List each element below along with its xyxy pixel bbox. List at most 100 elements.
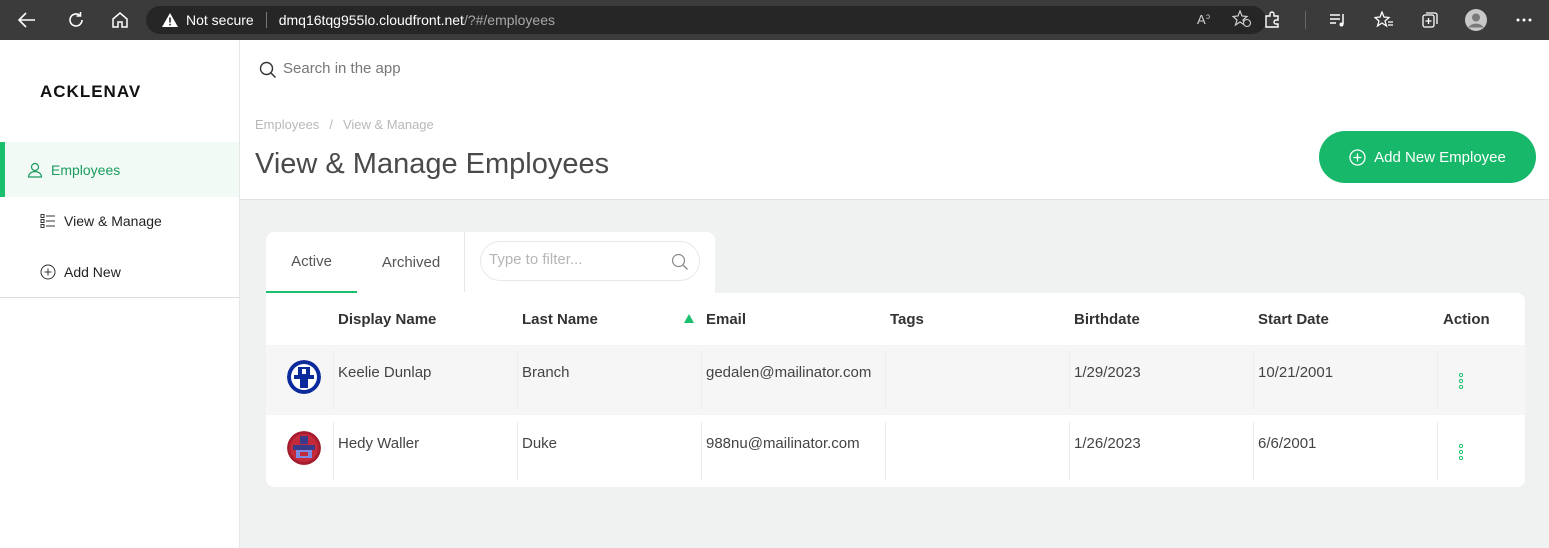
search-icon[interactable] [671,253,689,271]
sidebar-divider [0,297,239,298]
employees-table: Display Name Last Name Email Tags Birthd… [266,293,1525,487]
add-new-employee-button[interactable]: Add New Employee [1319,131,1536,183]
page-title: View & Manage Employees [255,148,610,180]
column-divider [333,351,334,409]
sort-ascending-icon [684,314,694,323]
column-divider [1437,422,1438,480]
cell-display-name: Hedy Waller [338,435,420,452]
sidebar-item-label: View & Manage [64,213,162,229]
toolbar-divider [1295,0,1315,40]
column-divider [701,351,702,409]
table-row[interactable]: Keelie Dunlap Branch gedalen@mailinator.… [266,345,1525,415]
avatar [287,431,321,465]
column-divider [1437,351,1438,409]
more-vertical-icon[interactable] [1458,444,1464,460]
column-divider [333,422,334,480]
tab-active[interactable]: Active [266,232,357,293]
cell-start-date: 6/6/2001 [1258,435,1317,452]
reading-list-button[interactable] [1315,0,1361,40]
column-header-birthdate[interactable]: Birthdate [1074,311,1140,328]
search-input[interactable]: Search in the app [283,60,401,77]
svg-text:ↄ: ↄ [1206,12,1210,21]
puzzle-icon [1265,11,1279,28]
collections-button[interactable] [1407,0,1453,40]
column-header-email[interactable]: Email [706,311,746,328]
more-vertical-icon[interactable] [1458,373,1464,389]
table-row[interactable]: Hedy Waller Duke 988nu@mailinator.com 1/… [266,416,1525,486]
plus-circle-icon [1349,148,1366,166]
security-label: Not secure [186,12,254,28]
tab-divider [464,232,465,292]
cell-display-name: Keelie Dunlap [338,364,432,381]
favorites-button[interactable] [1361,0,1407,40]
browser-toolbar: Not secure dmq16tqg955lo.cloudfront.net /… [0,0,1549,40]
breadcrumb-item[interactable]: Employees [255,117,319,132]
column-divider [1069,351,1070,409]
main-content: Active Archived Display Name Last Name E… [240,200,1549,548]
read-aloud-icon[interactable]: Aↄ [1196,10,1214,28]
filter-field [480,241,700,281]
breadcrumb-item[interactable]: View & Manage [343,117,434,132]
column-header-last-name[interactable]: Last Name [522,311,598,328]
search-icon [259,61,277,79]
cell-last-name: Branch [522,364,570,381]
extensions-button[interactable] [1249,0,1295,40]
address-bar[interactable]: Not secure dmq16tqg955lo.cloudfront.net /… [146,6,1266,34]
plus-circle-icon [40,264,56,280]
cell-start-date: 10/21/2001 [1258,364,1334,381]
column-divider [517,422,518,480]
favorites-icon [1374,11,1393,28]
column-header-display-name[interactable]: Display Name [338,311,436,328]
breadcrumb-separator: / [329,117,333,132]
column-header-start-date[interactable]: Start Date [1258,311,1329,328]
reload-button[interactable] [54,0,98,40]
url-host: dmq16tqg955lo.cloudfront.net [278,12,464,28]
playlist-icon [1330,14,1344,27]
back-button[interactable] [0,0,54,40]
user-icon [27,162,43,178]
column-divider [1253,422,1254,480]
add-button-label: Add New Employee [1374,148,1506,166]
cell-email: 988nu@mailinator.com [706,435,860,452]
profile-button[interactable] [1453,0,1499,40]
cell-email: gedalen@mailinator.com [706,364,872,381]
list-icon [40,214,55,228]
column-divider [885,422,886,480]
column-header-tags[interactable]: Tags [890,311,924,328]
tab-bar: Active Archived [266,232,715,294]
column-header-action: Action [1443,311,1490,328]
profile-avatar-icon [1465,9,1487,31]
brand-logo[interactable]: ACKLENAVENUE [40,82,140,102]
filter-input[interactable] [489,251,659,268]
sidebar-item-add-new[interactable]: Add New [40,264,121,280]
address-divider [265,12,267,28]
column-divider [1069,422,1070,480]
column-divider [1253,351,1254,409]
collections-icon [1422,12,1438,28]
cell-last-name: Duke [522,435,558,452]
url-path: /?#/employees [463,12,556,28]
reload-icon [69,12,83,27]
avatar [287,360,321,394]
sidebar-item-label: Employees [51,161,121,178]
warning-icon [162,13,178,27]
sidebar-item-employees[interactable]: Employees [0,142,239,197]
column-divider [885,351,886,409]
settings-menu-button[interactable] [1499,0,1549,40]
cell-birthdate: 1/26/2023 [1074,435,1141,452]
sidebar-item-label: Add New [64,264,121,280]
back-arrow-icon [18,12,35,28]
cell-birthdate: 1/29/2023 [1074,364,1141,381]
svg-text:A: A [1197,12,1206,27]
column-divider [701,422,702,480]
home-button[interactable] [98,0,142,40]
sidebar-item-view-manage[interactable]: View & Manage [40,213,162,229]
page-header: Employees / View & Manage View & Manage Em… [240,106,1549,200]
tab-archived[interactable]: Archived [367,232,455,293]
home-icon [112,12,128,28]
sidebar: ACKLENAVENUE Employees View & Manage Add… [0,40,240,548]
breadcrumb: Employees / View & Manage [255,117,434,132]
more-horizontal-icon [1516,18,1532,22]
app-search-bar: Search in the app [240,40,1549,106]
column-divider [517,351,518,409]
